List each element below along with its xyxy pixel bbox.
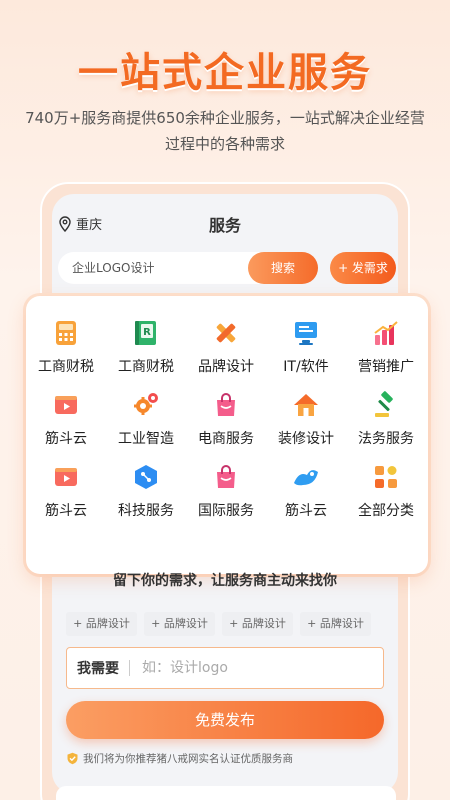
tech-cube-icon [131,462,161,492]
recommend-note: 我们将为你推荐猪八戒网实名认证优质服务商 [66,751,293,766]
category-item[interactable]: 全部分类 [346,462,426,520]
category-item[interactable]: 筋斗云 [266,462,346,520]
category-item[interactable]: 法务服务 [346,390,426,448]
category-label: 筋斗云 [45,503,87,519]
play-window-icon [51,390,81,420]
category-grid: 工商财税 R 工商财税 品牌设计 IT/软件 营销推广筋斗云 工业智造 电商服务 装修设计 法务服… [26,318,428,520]
category-item[interactable]: 营销推广 [346,318,426,376]
location-label: 重庆 [76,218,103,233]
monitor-icon [291,318,321,348]
category-item[interactable]: 筋斗云 [26,390,106,448]
category-item[interactable]: 品牌设计 [186,318,266,376]
category-label: 工业智造 [118,431,174,447]
category-item[interactable]: IT/软件 [266,318,346,376]
need-input[interactable] [142,660,342,676]
category-label: 筋斗云 [45,431,87,447]
ledger-icon: R [131,318,161,348]
category-item[interactable]: R 工商财税 [106,318,186,376]
note-text: 我们将为你推荐猪八戒网实名认证优质服务商 [83,753,293,765]
gavel-icon [371,390,401,420]
divider [129,660,130,676]
category-label: 装修设计 [278,431,334,447]
category-label: 筋斗云 [285,503,327,519]
headline: 一站式企业服务 [78,50,372,96]
location-selector[interactable]: 重庆 [58,214,102,233]
category-item[interactable]: 工商财税 [26,318,106,376]
search-input[interactable]: 企业LOGO设计 [58,252,278,284]
category-item[interactable]: 装修设计 [266,390,346,448]
shopping-bag-icon [211,462,241,492]
category-item[interactable]: 国际服务 [186,462,266,520]
category-label: 国际服务 [198,503,254,519]
location-pin-icon [59,215,71,232]
svg-text:R: R [143,327,151,338]
need-label: 我需要 [77,661,119,677]
play-window-icon [51,462,81,492]
category-item[interactable]: 筋斗云 [26,462,106,520]
tag-chip[interactable]: + 品牌设计 [300,612,371,636]
tag-chip[interactable]: + 品牌设计 [144,612,215,636]
category-card: 工商财税 R 工商财税 品牌设计 IT/软件 营销推广筋斗云 工业智造 电商服务 装修设计 法务服… [26,296,428,574]
publish-button[interactable]: 免费发布 [66,701,384,739]
tag-list: + 品牌设计 + 品牌设计 + 品牌设计 + 品牌设计 [66,612,371,636]
category-label: 品牌设计 [198,359,254,375]
need-field: 我需要 [66,647,384,689]
pencil-ruler-icon [211,318,241,348]
search-button[interactable]: 搜索 [248,252,318,284]
subline: 740万+服务商提供650余种企业服务，一站式解决企业经营过程中的各种需求 [25,109,425,153]
tag-chip[interactable]: + 品牌设计 [222,612,293,636]
cloud-wave-icon [291,462,321,492]
calculator-icon [51,318,81,348]
all-grid-icon [371,462,401,492]
category-item[interactable]: 工业智造 [106,390,186,448]
shopping-bag-icon [211,390,241,420]
bottom-panel-edge [56,786,396,800]
page-title: 服务 [208,216,241,235]
category-label: 工商财税 [38,359,94,375]
category-label: 营销推广 [358,359,414,375]
top-bar: 服务 重庆 [52,212,398,236]
gears-icon [131,390,161,420]
tag-chip[interactable]: + 品牌设计 [66,612,137,636]
shield-check-icon [67,752,78,765]
bar-chart-icon [371,318,401,348]
category-label: 法务服务 [358,431,414,447]
demand-prompt: 留下你的需求，让服务商主动来找你 [113,573,337,589]
search-row: 企业LOGO设计 搜索 + 发需求 [58,252,396,284]
house-icon [291,390,321,420]
category-label: 电商服务 [198,431,254,447]
post-demand-button[interactable]: + 发需求 [330,252,396,284]
category-item[interactable]: 科技服务 [106,462,186,520]
category-label: 科技服务 [118,503,174,519]
category-item[interactable]: 电商服务 [186,390,266,448]
category-label: 全部分类 [358,503,414,519]
category-label: 工商财税 [118,359,174,375]
category-label: IT/软件 [283,359,329,375]
